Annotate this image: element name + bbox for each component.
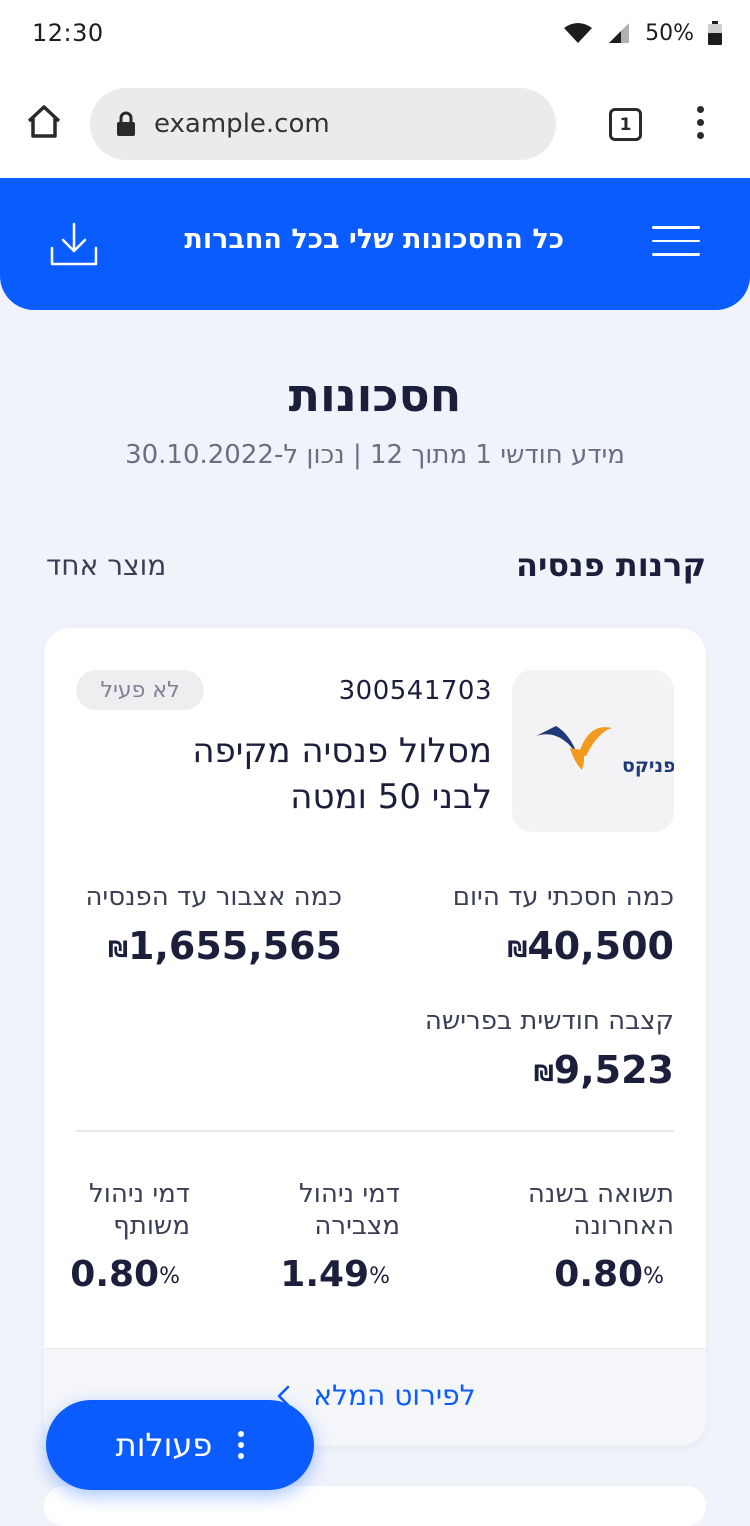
accumulate-value: ₪1,655,565 — [98, 924, 342, 968]
fee-accum-value: 1.49% — [280, 1254, 400, 1295]
next-card-peek — [44, 1486, 706, 1526]
percent-symbol: % — [643, 1264, 664, 1289]
accumulate-label: כמה אצבור עד הפנסיה — [85, 882, 342, 912]
home-button[interactable] — [24, 102, 64, 142]
currency-symbol: ₪ — [507, 938, 528, 963]
hamburger-menu-button[interactable] — [652, 226, 700, 260]
tabs-button[interactable]: 1 — [609, 108, 642, 141]
fee-accum-label: דמי ניהול מצבירה — [298, 1179, 400, 1241]
header-title: כל החסכונות שלי בכל החברות — [184, 224, 564, 255]
home-icon — [27, 105, 61, 138]
company-logo: הפניקס — [512, 670, 689, 832]
page-subtitle: מידע חודשי 1 מתוך 12 | נכון ל-30.10.2022 — [125, 440, 625, 470]
card-divider — [76, 1130, 674, 1132]
return-label: תשואה בשנה האחרונה — [527, 1179, 674, 1241]
percent-symbol: % — [159, 1264, 180, 1289]
saved-value: ₪40,500 — [497, 924, 674, 968]
full-details-label: לפירוט המלא — [313, 1379, 476, 1412]
return-amount: 0.80 — [554, 1254, 644, 1295]
plan-name: מסלול פנסיה מקיפה לבני 50 ומטה — [192, 731, 492, 817]
currency-symbol: ₪ — [108, 938, 129, 963]
wifi-icon — [564, 23, 593, 43]
pension-label: קצבה חודשית בפרישה — [424, 1006, 674, 1036]
battery-percent: 50% — [645, 20, 694, 46]
battery-icon — [708, 21, 722, 45]
svg-text:הפניקס: הפניקס — [622, 755, 674, 777]
signal-icon — [609, 23, 630, 43]
page-title: חסכונות — [288, 368, 462, 422]
status-time: 12:30 — [32, 19, 104, 47]
lock-icon — [117, 111, 135, 136]
address-bar[interactable]: example.com — [90, 88, 556, 160]
url-text: example.com — [154, 109, 330, 139]
fee-joint-value: 0.80% — [70, 1254, 190, 1295]
status-badge: לא פעיל — [76, 670, 204, 710]
fee-joint-label: דמי ניהול משותף — [88, 1179, 190, 1241]
return-value: 0.80% — [554, 1254, 674, 1295]
policy-number: 300541703 — [338, 676, 492, 706]
actions-button[interactable]: פעולות — [46, 1400, 314, 1490]
saved-label: כמה חסכתי עד היום — [452, 882, 674, 912]
app-header: כל החסכונות שלי בכל החברות — [0, 178, 750, 310]
fee-accum-amount: 1.49 — [280, 1254, 370, 1295]
actions-label: פעולות — [115, 1426, 213, 1464]
status-icons: 50% — [563, 21, 722, 46]
saved-amount: 40,500 — [527, 924, 674, 968]
phoenix-logo-icon: הפניקס — [536, 726, 689, 777]
percent-symbol: % — [369, 1264, 390, 1289]
currency-symbol: ₪ — [533, 1062, 554, 1087]
pension-value: ₪9,523 — [524, 1048, 674, 1092]
fee-joint-amount: 0.80 — [70, 1254, 160, 1295]
more-vertical-icon — [238, 1426, 245, 1464]
download-icon — [50, 222, 98, 266]
pension-amount: 9,523 — [553, 1048, 674, 1092]
pension-fund-card[interactable]: הפניקס 300541703 לא פעיל מסלול פנסיה מקי… — [44, 628, 706, 1446]
status-bar: 12:30 50% — [0, 0, 750, 66]
section-count: מוצר אחד — [46, 549, 167, 582]
accumulate-amount: 1,655,565 — [128, 924, 342, 968]
download-button[interactable] — [48, 218, 100, 270]
browser-menu-button[interactable] — [690, 106, 710, 142]
section-title: קרנות פנסיה — [515, 546, 706, 584]
browser-toolbar: example.com 1 — [0, 66, 750, 178]
